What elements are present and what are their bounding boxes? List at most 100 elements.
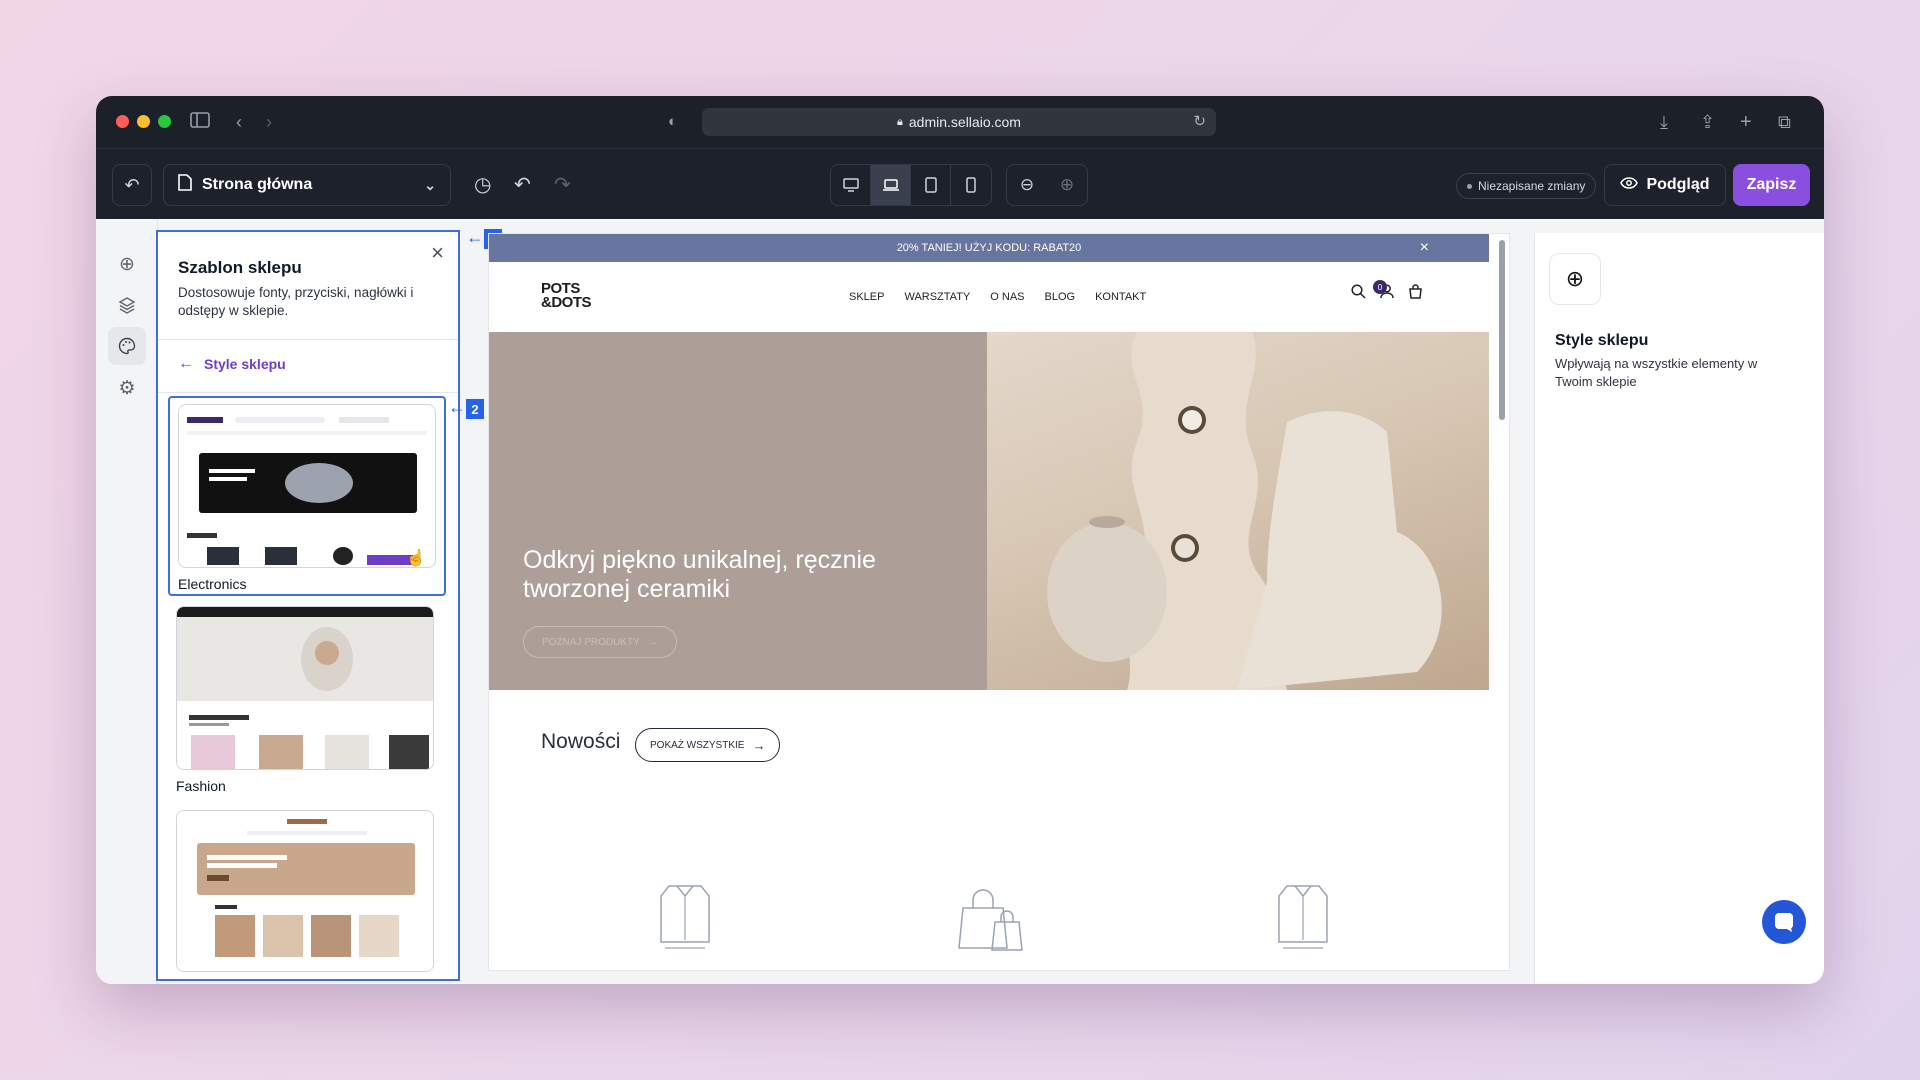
panel-description: Dostosowuje fonty, przyciski, nagłówki i…: [178, 285, 414, 318]
laptop-view-icon[interactable]: [871, 165, 911, 205]
arrow-left-icon: ←: [448, 397, 466, 417]
exit-editor-button[interactable]: ↶: [112, 164, 152, 206]
maximize-window-button[interactable]: [158, 115, 171, 128]
template-card-electronics[interactable]: ☝ Electronics: [168, 396, 446, 596]
nav-link-o-nas[interactable]: O NAS: [990, 291, 1024, 303]
close-icon[interactable]: ×: [431, 240, 444, 266]
download-icon[interactable]: ⤓: [1660, 110, 1668, 134]
window-controls: [116, 115, 171, 128]
selection-marker-2: 2: [466, 399, 484, 419]
eye-icon: [1620, 176, 1639, 194]
add-circle-icon[interactable]: ⊕: [1549, 253, 1601, 305]
hero-banner[interactable]: Odkryj piękno unikalnej, ręcznie tworzon…: [489, 332, 1489, 690]
cart-count-badge: 0: [1373, 280, 1387, 294]
promo-text: 20% TANIEJ! UŻYJ KODU: RABAT20: [896, 242, 1082, 254]
tablet-view-icon[interactable]: [911, 165, 951, 205]
hero-button-label: POZNAJ PRODUKTY: [542, 636, 640, 648]
arrow-left-icon: ←: [178, 355, 194, 372]
nav-link-kontakt[interactable]: KONTAKT: [1095, 291, 1146, 303]
properties-description: Wpływają na wszystkie elementy w Twoim s…: [1555, 356, 1758, 389]
nav-link-sklep[interactable]: SKLEP: [849, 291, 884, 303]
cursor-hand-icon: ☝: [406, 550, 426, 567]
mobile-view-icon[interactable]: [951, 165, 991, 205]
editor-workspace: ⊕ ⚙ × Szablon sklepu Dostosowuje fonty, …: [96, 219, 1824, 984]
status-dot: [1467, 183, 1472, 189]
unsaved-changes-badge: Niezapisane zmiany: [1456, 173, 1597, 199]
forward-arrow-icon[interactable]: ›: [266, 110, 272, 134]
reload-icon[interactable]: ↻: [1193, 112, 1206, 130]
save-button[interactable]: Zapisz: [1733, 164, 1810, 206]
close-icon[interactable]: ×: [1420, 239, 1429, 257]
zoom-controls: ⊖ ⊕: [1006, 164, 1088, 206]
promo-bar[interactable]: 20% TANIEJ! UŻYJ KODU: RABAT20 ×: [489, 234, 1489, 262]
template-thumbnail: [176, 810, 434, 972]
shirt-placeholder-icon: [1278, 885, 1328, 949]
show-all-button[interactable]: POKAŻ WSZYSTKIE →: [635, 728, 781, 762]
nav-link-warsztaty[interactable]: WARSZTATY: [904, 291, 970, 303]
template-card-jewelry[interactable]: [168, 804, 446, 976]
undo-icon[interactable]: ↶: [514, 173, 531, 197]
add-section-icon[interactable]: ⊕: [108, 245, 146, 283]
template-panel: × Szablon sklepu Dostosowuje fonty, przy…: [156, 230, 460, 981]
nav-link-blog[interactable]: BLOG: [1045, 291, 1076, 303]
back-to-styles-link[interactable]: ← Style sklepu: [178, 355, 286, 373]
share-icon[interactable]: ⇪: [1700, 110, 1715, 134]
bag-placeholder-icon: [958, 889, 1023, 951]
explore-products-button[interactable]: POZNAJ PRODUKTY →: [523, 626, 677, 658]
chat-support-button[interactable]: [1762, 900, 1806, 944]
template-name: Fashion: [176, 778, 226, 794]
template-name: Electronics: [178, 576, 247, 592]
lock-icon: 🔒︎: [897, 115, 903, 128]
browser-titlebar: ‹ › ◐ 🔒︎ admin.sellaio.com ↻ ⤓ ⇪ + ⧉: [96, 96, 1824, 148]
search-icon[interactable]: [1351, 284, 1366, 304]
settings-gear-icon[interactable]: ⚙: [108, 369, 146, 407]
back-arrow-icon[interactable]: ‹: [236, 110, 242, 134]
page-icon: [178, 174, 192, 196]
icon-rail: ⊕ ⚙: [96, 219, 158, 984]
device-switcher: [830, 164, 992, 206]
logo-line: &DOTS: [541, 294, 592, 311]
page-selector-label: Strona główna: [202, 176, 313, 193]
arrow-right-icon: →: [647, 636, 658, 648]
layers-icon[interactable]: [108, 286, 146, 324]
desktop-view-icon[interactable]: [831, 165, 871, 205]
chevron-down-icon: ⌄: [424, 176, 436, 193]
template-thumbnail: [176, 606, 434, 770]
header-actions: [1351, 284, 1423, 304]
new-tab-icon[interactable]: +: [1740, 110, 1752, 134]
address-text: admin.sellaio.com: [908, 114, 1021, 130]
address-bar[interactable]: 🔒︎ admin.sellaio.com ↻: [702, 108, 1216, 136]
sidebar-toggle-icon[interactable]: [190, 110, 210, 134]
browser-window: ‹ › ◐ 🔒︎ admin.sellaio.com ↻ ⤓ ⇪ + ⧉ ↶ S…: [96, 96, 1824, 984]
history-icon[interactable]: ◷: [474, 173, 491, 197]
cart-icon[interactable]: [1408, 284, 1423, 304]
canvas-scrollbar[interactable]: [1499, 240, 1505, 420]
close-window-button[interactable]: [116, 115, 129, 128]
properties-panel: ⊕ Style sklepu Wpływają na wszystkie ele…: [1534, 233, 1824, 984]
palette-icon[interactable]: [108, 327, 146, 365]
properties-title: Style sklepu: [1555, 332, 1649, 349]
back-link-label: Style sklepu: [204, 356, 286, 372]
page-selector[interactable]: Strona główna ⌄: [163, 164, 451, 206]
zoom-in-icon[interactable]: ⊕: [1047, 165, 1087, 205]
tab-overview-icon[interactable]: ⧉: [1778, 110, 1791, 134]
privacy-shield-icon[interactable]: ◐: [668, 110, 677, 134]
editor-toolbar: ↶ Strona główna ⌄ ◷ ↶ ↷ ⊖ ⊕ Niezapisane …: [96, 148, 1824, 219]
shirt-placeholder-icon: [660, 885, 710, 949]
template-card-fashion[interactable]: Fashion: [168, 600, 446, 800]
store-logo[interactable]: POTS &DOTS: [541, 281, 592, 311]
minimize-window-button[interactable]: [137, 115, 150, 128]
hero-ceramics-image: [987, 332, 1489, 690]
arrow-right-icon: →: [752, 737, 766, 753]
hero-title: Odkryj piękno unikalnej, ręcznie tworzon…: [523, 546, 876, 603]
panel-title: Szablon sklepu: [178, 258, 302, 277]
preview-label: Podgląd: [1646, 176, 1710, 193]
site-navigation: SKLEP WARSZTATY O NAS BLOG KONTAKT: [849, 291, 1146, 303]
unsaved-changes-label: Niezapisane zmiany: [1478, 179, 1586, 193]
zoom-out-icon[interactable]: ⊖: [1007, 165, 1047, 205]
preview-button[interactable]: Podgląd: [1604, 164, 1726, 206]
store-preview-canvas[interactable]: 20% TANIEJ! UŻYJ KODU: RABAT20 × POTS &D…: [488, 233, 1510, 971]
arrow-left-icon: ←: [466, 227, 484, 247]
chat-bubble-icon: [1775, 913, 1793, 932]
redo-icon[interactable]: ↷: [554, 173, 571, 197]
